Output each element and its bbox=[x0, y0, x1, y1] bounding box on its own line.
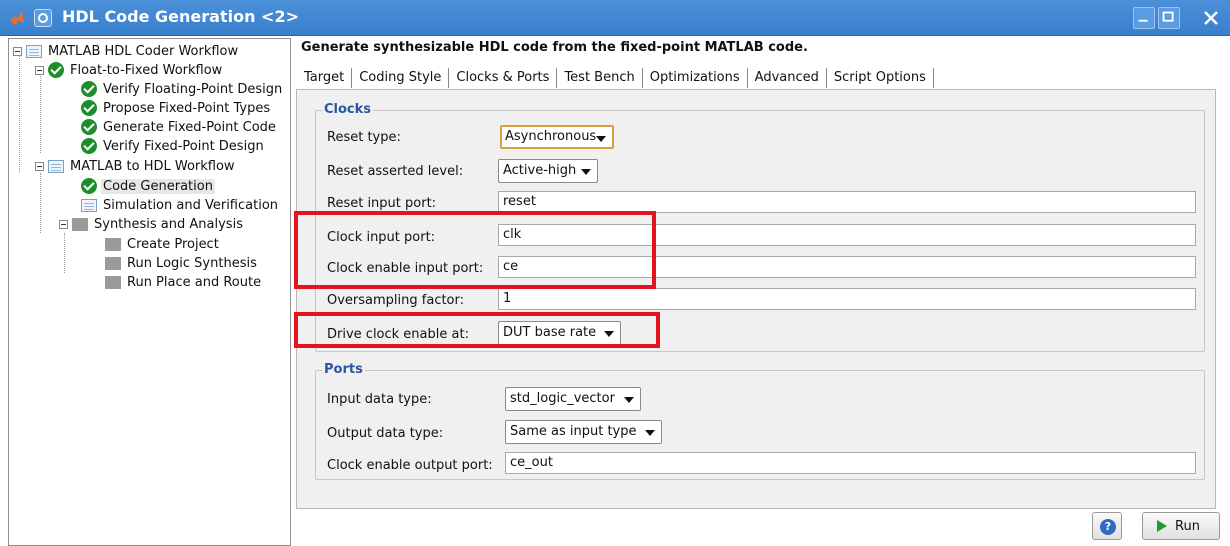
reset-type-label: Reset type: bbox=[327, 130, 401, 145]
workflow-doc-icon bbox=[26, 44, 42, 58]
pending-task-icon bbox=[72, 217, 88, 231]
chevron-down-icon bbox=[596, 136, 606, 142]
tree-item-verify-floating[interactable]: Verify Floating-Point Design bbox=[81, 79, 284, 99]
reset-port-label: Reset input port: bbox=[327, 196, 437, 211]
close-button[interactable] bbox=[1200, 7, 1222, 29]
tab-bar: Target Coding Style Clocks & Ports Test … bbox=[297, 66, 934, 88]
pending-task-icon bbox=[105, 237, 121, 251]
tab-coding-style[interactable]: Coding Style bbox=[352, 68, 450, 88]
oversampling-label: Oversampling factor: bbox=[327, 293, 465, 308]
app-gear-icon bbox=[34, 9, 52, 27]
tab-target[interactable]: Target bbox=[297, 68, 353, 88]
title-bar: HDL Code Generation <2> bbox=[0, 0, 1230, 36]
output-type-dropdown[interactable]: Same as input type bbox=[505, 420, 662, 444]
tree-item-float-to-fixed[interactable]: Float-to-Fixed Workflow bbox=[35, 60, 224, 80]
tab-advanced[interactable]: Advanced bbox=[748, 68, 827, 88]
input-type-dropdown[interactable]: std_logic_vector bbox=[505, 387, 641, 411]
help-icon: ? bbox=[1100, 519, 1116, 535]
chevron-down-icon bbox=[581, 169, 591, 175]
page-title: Generate synthesizable HDL code from the… bbox=[301, 40, 808, 55]
chevron-down-icon bbox=[624, 397, 634, 403]
collapse-toggle-icon[interactable] bbox=[35, 65, 44, 75]
tree-item-run-place[interactable]: Run Place and Route bbox=[105, 272, 263, 292]
window-title: HDL Code Generation <2> bbox=[62, 7, 299, 26]
workflow-tree: MATLAB HDL Coder Workflow Float-to-Fixed… bbox=[8, 38, 291, 546]
check-icon bbox=[48, 62, 64, 78]
tab-content-panel: Clocks Reset type: Asynchronous Reset as… bbox=[296, 89, 1216, 509]
tree-item-synthesis[interactable]: Synthesis and Analysis bbox=[59, 214, 245, 234]
tree-connector bbox=[19, 53, 20, 173]
help-button[interactable]: ? bbox=[1092, 512, 1122, 540]
workflow-doc-icon bbox=[48, 159, 64, 173]
tree-item-generate-fixed[interactable]: Generate Fixed-Point Code bbox=[81, 117, 278, 137]
tree-item-run-logic[interactable]: Run Logic Synthesis bbox=[105, 253, 259, 273]
tab-test-bench[interactable]: Test Bench bbox=[557, 68, 643, 88]
reset-level-dropdown[interactable]: Active-high bbox=[498, 159, 598, 183]
tree-item-code-generation[interactable]: Code Generation bbox=[81, 176, 215, 196]
tab-script-options[interactable]: Script Options bbox=[827, 68, 934, 88]
tab-optimizations[interactable]: Optimizations bbox=[643, 68, 748, 88]
ports-group-title: Ports bbox=[322, 362, 365, 377]
reset-level-label: Reset asserted level: bbox=[327, 164, 464, 179]
oversampling-field[interactable]: 1 bbox=[498, 288, 1196, 310]
tree-connector bbox=[40, 73, 41, 153]
tab-clocks-ports[interactable]: Clocks & Ports bbox=[449, 68, 558, 88]
highlight-box bbox=[294, 211, 656, 289]
run-button[interactable]: Run bbox=[1142, 512, 1220, 540]
pending-task-icon bbox=[105, 256, 121, 270]
tree-connector bbox=[64, 233, 65, 273]
clocks-group-title: Clocks bbox=[322, 102, 374, 117]
check-icon bbox=[81, 100, 97, 116]
chevron-down-icon bbox=[645, 430, 655, 436]
output-type-label: Output data type: bbox=[327, 426, 444, 441]
check-icon bbox=[81, 81, 97, 97]
tree-item-verify-fixed[interactable]: Verify Fixed-Point Design bbox=[81, 136, 266, 156]
matlab-logo-icon bbox=[10, 11, 24, 25]
reset-port-field[interactable]: reset bbox=[498, 191, 1196, 213]
check-icon bbox=[81, 178, 97, 194]
highlight-box bbox=[294, 312, 660, 348]
ce-out-label: Clock enable output port: bbox=[327, 458, 493, 473]
play-icon bbox=[1157, 520, 1167, 532]
collapse-toggle-icon[interactable] bbox=[35, 161, 44, 171]
ce-out-field[interactable]: ce_out bbox=[505, 452, 1196, 474]
tree-item-create-project[interactable]: Create Project bbox=[105, 234, 221, 254]
check-icon bbox=[81, 119, 97, 135]
pending-task-icon bbox=[105, 275, 121, 289]
tree-connector bbox=[40, 173, 41, 233]
collapse-toggle-icon[interactable] bbox=[13, 46, 22, 56]
maximize-button[interactable] bbox=[1158, 7, 1180, 29]
reset-type-dropdown[interactable]: Asynchronous bbox=[500, 125, 614, 149]
check-icon bbox=[81, 138, 97, 154]
task-doc-icon bbox=[81, 198, 97, 212]
tree-item-sim-verify[interactable]: Simulation and Verification bbox=[81, 195, 280, 215]
tree-item-propose-types[interactable]: Propose Fixed-Point Types bbox=[81, 98, 272, 118]
tree-item-matlab-to-hdl[interactable]: MATLAB to HDL Workflow bbox=[35, 156, 237, 176]
collapse-toggle-icon[interactable] bbox=[59, 219, 68, 229]
minimize-button[interactable] bbox=[1133, 7, 1155, 29]
tree-item-root[interactable]: MATLAB HDL Coder Workflow bbox=[13, 41, 240, 61]
input-type-label: Input data type: bbox=[327, 392, 432, 407]
